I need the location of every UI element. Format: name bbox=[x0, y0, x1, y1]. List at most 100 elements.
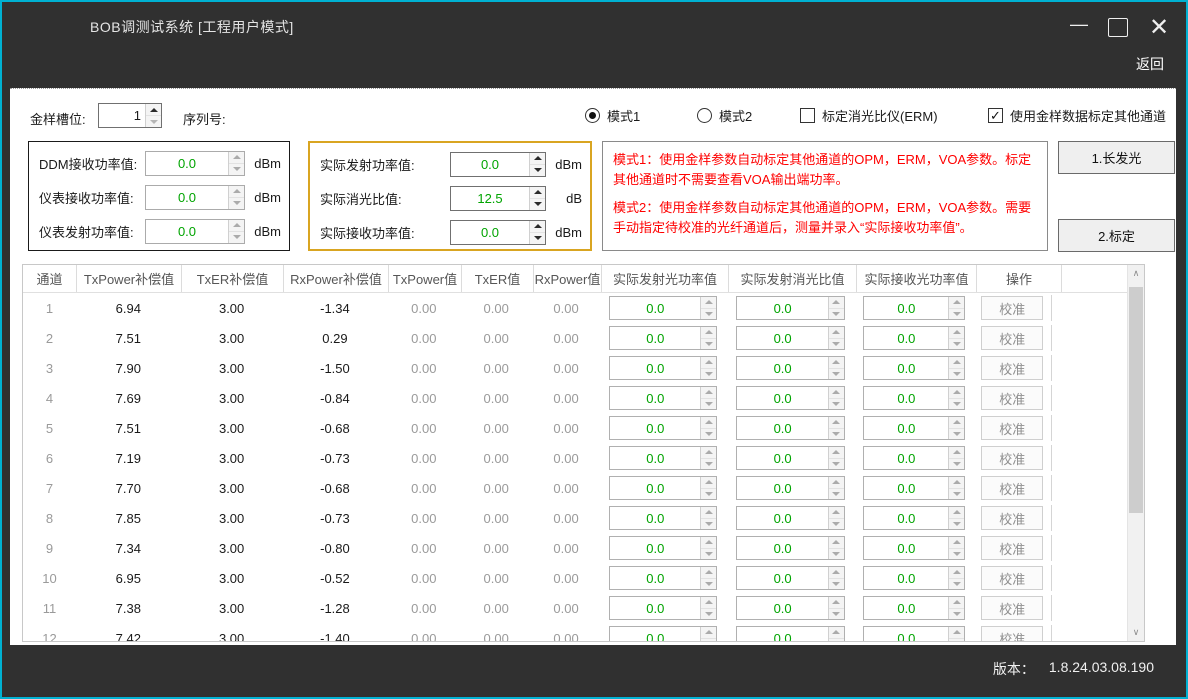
row-calibrate-button[interactable]: 校准 bbox=[981, 356, 1043, 380]
spinner-arrows-icon[interactable] bbox=[529, 221, 545, 244]
spinner-arrows-icon[interactable] bbox=[948, 447, 964, 469]
actual-rx-power-input[interactable]: 0.0 bbox=[863, 446, 965, 470]
actual-rx-power-input[interactable]: 0.0 bbox=[863, 356, 965, 380]
row-calibrate-button[interactable]: 校准 bbox=[981, 416, 1043, 440]
spinner-arrows-icon[interactable] bbox=[828, 417, 844, 439]
actual-tx-power-input[interactable]: 0.0 bbox=[609, 476, 717, 500]
row-calibrate-button[interactable]: 校准 bbox=[981, 506, 1043, 530]
spinner-arrows-icon[interactable] bbox=[828, 567, 844, 589]
actual-tx-er-input[interactable]: 0.0 bbox=[736, 506, 845, 530]
vertical-scrollbar[interactable]: ∧ ∨ bbox=[1127, 265, 1144, 641]
row-calibrate-button[interactable]: 校准 bbox=[981, 296, 1043, 320]
spinner-arrows-icon[interactable] bbox=[948, 417, 964, 439]
spinner-arrows-icon[interactable] bbox=[948, 387, 964, 409]
row-calibrate-button[interactable]: 校准 bbox=[981, 536, 1043, 560]
actual-rx-power-input[interactable]: 0.0 bbox=[863, 536, 965, 560]
spinner-arrows-icon[interactable] bbox=[828, 627, 844, 641]
actual-tx-power-input[interactable]: 0.0 bbox=[609, 416, 717, 440]
row-calibrate-button[interactable]: 校准 bbox=[981, 596, 1043, 620]
actual-tx-power-input[interactable]: 0.0 bbox=[609, 536, 717, 560]
spinner-arrows-icon[interactable] bbox=[828, 477, 844, 499]
spinner-arrows-icon[interactable] bbox=[948, 567, 964, 589]
spinner-arrows-icon[interactable] bbox=[700, 567, 716, 589]
actual-rx-power-input[interactable]: 0.0 bbox=[863, 296, 965, 320]
actual-tx-er-input[interactable]: 0.0 bbox=[736, 476, 845, 500]
actual-rx-power-input[interactable]: 0.0 bbox=[863, 506, 965, 530]
actual-tx-power-input[interactable]: 0.0 bbox=[609, 566, 717, 590]
spinner-arrows-icon[interactable] bbox=[828, 297, 844, 319]
slot-stepper[interactable]: 1 bbox=[98, 103, 162, 128]
back-link[interactable]: 返回 bbox=[1136, 54, 1164, 74]
actual-tx-power-input[interactable]: 0.0 bbox=[609, 386, 717, 410]
checkbox-erm[interactable]: 标定消光比仪(ERM) bbox=[800, 106, 938, 125]
spinner-arrows-icon[interactable] bbox=[828, 537, 844, 559]
actual-tx-er-input[interactable]: 0.0 bbox=[736, 416, 845, 440]
spinner-arrows-icon[interactable] bbox=[700, 327, 716, 349]
spinner-arrows-icon[interactable] bbox=[700, 597, 716, 619]
actual-tx-er-input[interactable]: 0.0 bbox=[736, 626, 845, 641]
actual-rx-power-input[interactable]: 0.0 bbox=[863, 326, 965, 350]
actual-tx-er-input[interactable]: 0.0 bbox=[736, 356, 845, 380]
actual-tx-er-input[interactable]: 0.0 bbox=[736, 386, 845, 410]
actual-rx-power-input[interactable]: 0.0 bbox=[863, 386, 965, 410]
spinner-arrows-icon[interactable] bbox=[948, 357, 964, 379]
spinner-arrows-icon[interactable] bbox=[700, 357, 716, 379]
spinner-arrows-icon[interactable] bbox=[700, 447, 716, 469]
spinner-arrows-icon[interactable] bbox=[948, 507, 964, 529]
actual-rx-power-input[interactable]: 0.0 bbox=[863, 596, 965, 620]
spinner-arrows-icon[interactable] bbox=[828, 507, 844, 529]
minimize-icon[interactable]: — bbox=[1068, 12, 1090, 42]
spinner-arrows-icon[interactable] bbox=[828, 597, 844, 619]
actual-rx-power-input[interactable]: 0.0 bbox=[863, 626, 965, 641]
actual-tx-power-input[interactable]: 0.0 bbox=[609, 356, 717, 380]
actual-rx-power-input[interactable]: 0.0 bbox=[863, 566, 965, 590]
actual-tx-er-input[interactable]: 0.0 bbox=[736, 326, 845, 350]
actual-tx-power-input[interactable]: 0.0 bbox=[609, 506, 717, 530]
radio-mode2[interactable]: 模式2 bbox=[697, 106, 752, 125]
spinner-arrows-icon[interactable] bbox=[700, 537, 716, 559]
actual-tx-er-input[interactable]: 0.0 bbox=[736, 566, 845, 590]
row-calibrate-button[interactable]: 校准 bbox=[981, 566, 1043, 590]
checkbox-golden-data[interactable]: ✓ 使用金样数据标定其他通道 bbox=[988, 106, 1166, 125]
close-icon[interactable]: ✕ bbox=[1146, 12, 1172, 42]
actual-value-input[interactable]: 0.0 bbox=[450, 152, 546, 177]
long-light-button[interactable]: 1.长发光 bbox=[1058, 141, 1175, 174]
actual-rx-power-input[interactable]: 0.0 bbox=[863, 476, 965, 500]
row-calibrate-button[interactable]: 校准 bbox=[981, 386, 1043, 410]
spinner-arrows-icon[interactable] bbox=[828, 447, 844, 469]
spinner-arrows-icon[interactable] bbox=[529, 187, 545, 210]
actual-rx-power-input[interactable]: 0.0 bbox=[863, 416, 965, 440]
spinner-arrows-icon[interactable] bbox=[700, 417, 716, 439]
row-calibrate-button[interactable]: 校准 bbox=[981, 326, 1043, 350]
scrollbar-thumb[interactable] bbox=[1129, 287, 1143, 513]
row-calibrate-button[interactable]: 校准 bbox=[981, 476, 1043, 500]
actual-tx-power-input[interactable]: 0.0 bbox=[609, 326, 717, 350]
row-calibrate-button[interactable]: 校准 bbox=[981, 446, 1043, 470]
spinner-arrows-icon[interactable] bbox=[700, 477, 716, 499]
radio-mode1[interactable]: 模式1 bbox=[585, 106, 640, 125]
spinner-arrows-icon[interactable] bbox=[529, 153, 545, 176]
spinner-arrows-icon[interactable] bbox=[700, 387, 716, 409]
actual-tx-er-input[interactable]: 0.0 bbox=[736, 296, 845, 320]
actual-tx-er-input[interactable]: 0.0 bbox=[736, 446, 845, 470]
actual-tx-power-input[interactable]: 0.0 bbox=[609, 596, 717, 620]
spinner-arrows-icon[interactable] bbox=[828, 327, 844, 349]
maximize-icon[interactable] bbox=[1108, 12, 1128, 42]
actual-tx-er-input[interactable]: 0.0 bbox=[736, 536, 845, 560]
spinner-arrows-icon[interactable] bbox=[145, 104, 161, 127]
spinner-arrows-icon[interactable] bbox=[948, 477, 964, 499]
spinner-arrows-icon[interactable] bbox=[948, 297, 964, 319]
actual-tx-power-input[interactable]: 0.0 bbox=[609, 626, 717, 641]
spinner-arrows-icon[interactable] bbox=[948, 537, 964, 559]
spinner-arrows-icon[interactable] bbox=[828, 387, 844, 409]
spinner-arrows-icon[interactable] bbox=[700, 507, 716, 529]
spinner-arrows-icon[interactable] bbox=[948, 627, 964, 641]
scroll-down-icon[interactable]: ∨ bbox=[1128, 624, 1144, 641]
spinner-arrows-icon[interactable] bbox=[828, 357, 844, 379]
spinner-arrows-icon[interactable] bbox=[700, 297, 716, 319]
actual-value-input[interactable]: 0.0 bbox=[450, 220, 546, 245]
spinner-arrows-icon[interactable] bbox=[948, 597, 964, 619]
actual-value-input[interactable]: 12.5 bbox=[450, 186, 546, 211]
calibrate-button[interactable]: 2.标定 bbox=[1058, 219, 1175, 252]
row-calibrate-button[interactable]: 校准 bbox=[981, 626, 1043, 641]
